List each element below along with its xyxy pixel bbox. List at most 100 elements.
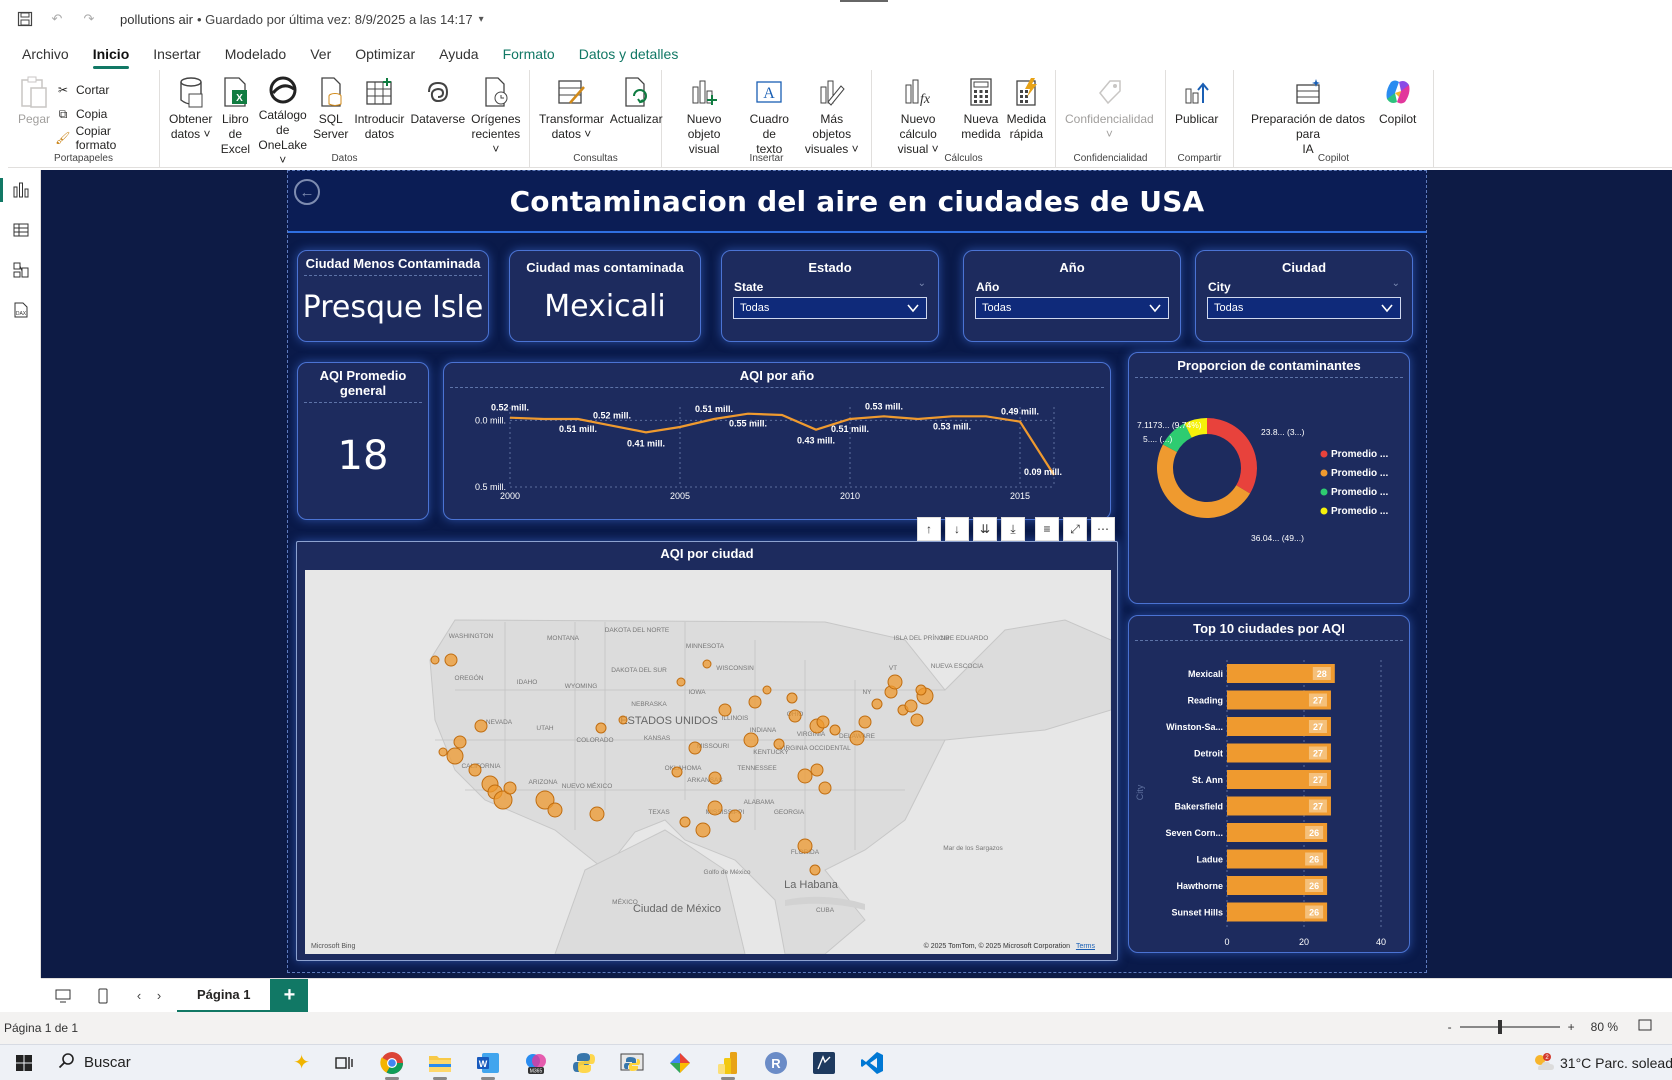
- page-prev-icon[interactable]: ‹: [129, 982, 149, 1010]
- svg-text:X: X: [237, 93, 244, 104]
- save-status: • Guardado por última vez: 8/9/2025 a la…: [197, 11, 473, 27]
- data-label: 0.53 mill.: [865, 401, 903, 411]
- chevron-down-icon[interactable]: ⌄: [1392, 278, 1400, 289]
- python-icon[interactable]: [567, 1046, 601, 1080]
- add-page-button[interactable]: +: [270, 978, 309, 1013]
- copy-button[interactable]: ⧉ Copia: [54, 102, 153, 126]
- cut-label: Cortar: [76, 83, 110, 97]
- kpi-card-least-polluted[interactable]: Ciudad Menos Contaminada Presque Isle: [297, 250, 489, 342]
- power-bi-icon[interactable]: [711, 1046, 745, 1080]
- mobile-layout-icon[interactable]: [89, 982, 117, 1010]
- m365-icon[interactable]: M365: [519, 1046, 553, 1080]
- drill-down-icon[interactable]: ↓: [945, 517, 969, 541]
- map-canvas[interactable]: WASHINGTON MONTANA DAKOTA DEL NORTE MINNESO…: [305, 570, 1111, 954]
- city-dropdown[interactable]: Todas: [1207, 297, 1401, 319]
- python-idle-icon[interactable]: [615, 1046, 649, 1080]
- svg-text:A: A: [764, 85, 776, 102]
- desktop-layout-icon[interactable]: [49, 982, 77, 1010]
- city-aqi-bubble: [589, 806, 605, 822]
- publish-icon: [1180, 74, 1214, 110]
- task-view-icon[interactable]: [327, 1046, 361, 1080]
- gemini-icon[interactable]: [663, 1046, 697, 1080]
- page-next-icon[interactable]: ›: [149, 982, 169, 1010]
- vscode-dark-app-icon[interactable]: [807, 1046, 841, 1080]
- focus-mode-icon[interactable]: ⤢: [1063, 517, 1087, 541]
- state-dropdown[interactable]: Todas: [733, 297, 927, 319]
- city-aqi-bubble: [438, 747, 448, 757]
- map-label: IOWA: [688, 689, 706, 696]
- menu-tab-ayuda[interactable]: Ayuda: [439, 46, 478, 62]
- zoom-in-button[interactable]: +: [1568, 1020, 1575, 1034]
- drill-up-icon[interactable]: ↑: [917, 517, 941, 541]
- format-painter-button[interactable]: 🖌 Copiar formato: [54, 124, 153, 152]
- menu-tab-inicio[interactable]: Inicio: [92, 46, 129, 69]
- menu-tab-formato[interactable]: Formato: [503, 46, 555, 62]
- donut-chart-svg: 23.8... (3...) 36.04... (49...) 7.1173... …: [1137, 418, 1388, 543]
- line-chart-aqi-by-year[interactable]: AQI por año 2000 2005 2010 2015 0.5 mill. 0.0…: [443, 362, 1111, 520]
- redo-icon[interactable]: ↷: [80, 10, 98, 28]
- x-tick-label: 2000: [500, 491, 520, 501]
- r-icon[interactable]: R: [759, 1046, 793, 1080]
- donut-chart-pollutants[interactable]: Proporcion de contaminantes 23.8... (3..…: [1128, 352, 1410, 604]
- filter-icon[interactable]: ≡: [1035, 517, 1059, 541]
- word-icon[interactable]: W: [471, 1046, 505, 1080]
- menu-tab-datos-y-detalles[interactable]: Datos y detalles: [579, 46, 679, 62]
- expand-all-down-icon[interactable]: ⇊: [973, 517, 997, 541]
- more-options-icon[interactable]: ⋯: [1091, 517, 1115, 541]
- menu-tab-archivo[interactable]: Archivo: [22, 46, 69, 62]
- data-label: 0.49 mill.: [1001, 407, 1039, 417]
- chrome-icon[interactable]: [375, 1046, 409, 1080]
- windows-start-icon[interactable]: [0, 1054, 48, 1072]
- expand-hierarchy-icon[interactable]: ⤓: [1001, 517, 1025, 541]
- zoom-slider[interactable]: [1459, 1019, 1560, 1034]
- back-arrow-icon[interactable]: ←: [294, 179, 320, 205]
- chevron-down-icon[interactable]: ⌄: [918, 278, 926, 289]
- quick-measure-label-2: rápida: [1009, 127, 1043, 141]
- kpi-card-aqi-average[interactable]: AQI Promedio general 18: [297, 362, 429, 520]
- enter-data-label-2: datos: [364, 127, 395, 141]
- slicer-year[interactable]: Año Año Todas: [963, 250, 1181, 342]
- file-explorer-icon[interactable]: [423, 1046, 457, 1080]
- dax-query-view-button[interactable]: DAX: [0, 290, 41, 330]
- zoom-out-button[interactable]: -: [1448, 1020, 1452, 1034]
- slicer-state[interactable]: Estado State ⌄ Todas: [721, 250, 939, 342]
- city-aqi-bubble: [430, 655, 440, 665]
- zoom-thumb[interactable]: [1497, 1019, 1502, 1034]
- format-painter-icon: 🖌: [55, 131, 71, 145]
- chevron-down-icon[interactable]: ▾: [479, 14, 484, 25]
- quick-measure-label-1: Medida: [1006, 112, 1046, 126]
- menu-tab-optimizar[interactable]: Optimizar: [355, 46, 415, 62]
- group-label-portapapeles: Portapapeles: [54, 153, 113, 164]
- weather-widget[interactable]: 2 31°C Parc. soleado: [1532, 1045, 1672, 1080]
- city-aqi-bubble: [810, 763, 824, 777]
- map-aqi-by-city[interactable]: AQI por ciudad WASHINGTON MONTANA DAKOTA D…: [296, 541, 1118, 961]
- terms-link[interactable]: Terms: [1076, 943, 1095, 950]
- line-chart-svg: 2000 2005 2010 2015 0.5 mill. 0.0 mill. 0.52 m…: [475, 401, 1062, 501]
- cut-button[interactable]: ✂ Cortar: [54, 78, 153, 102]
- menu-tab-ver[interactable]: Ver: [310, 46, 331, 62]
- menu-tab-modelado[interactable]: Modelado: [225, 46, 287, 62]
- undo-icon[interactable]: ↶: [48, 10, 66, 28]
- taskbar-search[interactable]: Buscar ✦: [48, 1048, 320, 1078]
- bar-chart-top10-cities[interactable]: Top 10 ciudades por AQI 0 20 40 City Mexical…: [1128, 615, 1410, 953]
- report-view-button[interactable]: [0, 170, 41, 210]
- chart-title: AQI por año: [450, 363, 1104, 388]
- save-icon[interactable]: [16, 10, 34, 28]
- report-header: ← Contaminacion del aire en ciudades de …: [288, 171, 1426, 233]
- fit-page-icon[interactable]: [1638, 1019, 1652, 1034]
- kpi-card-most-polluted[interactable]: Ciudad mas contaminada Mexicali: [509, 250, 701, 342]
- model-view-button[interactable]: [0, 250, 41, 290]
- group-label-confidencialidad: Confidencialidad: [1073, 153, 1148, 164]
- map-label: La Habana: [784, 879, 839, 891]
- slicer-header: Año: [1059, 260, 1085, 275]
- data-label: 27: [1313, 749, 1323, 759]
- page-tab-1[interactable]: Página 1: [177, 979, 271, 1013]
- year-dropdown[interactable]: Todas: [975, 297, 1169, 319]
- vscode-icon[interactable]: [855, 1046, 889, 1080]
- data-label: 27: [1313, 775, 1323, 785]
- menu-tab-insertar[interactable]: Insertar: [153, 46, 200, 62]
- dropdown-value: Todas: [1214, 302, 1244, 314]
- table-view-button[interactable]: [0, 210, 41, 250]
- slicer-city[interactable]: Ciudad City ⌄ Todas: [1195, 250, 1413, 342]
- data-label: 27: [1313, 696, 1323, 706]
